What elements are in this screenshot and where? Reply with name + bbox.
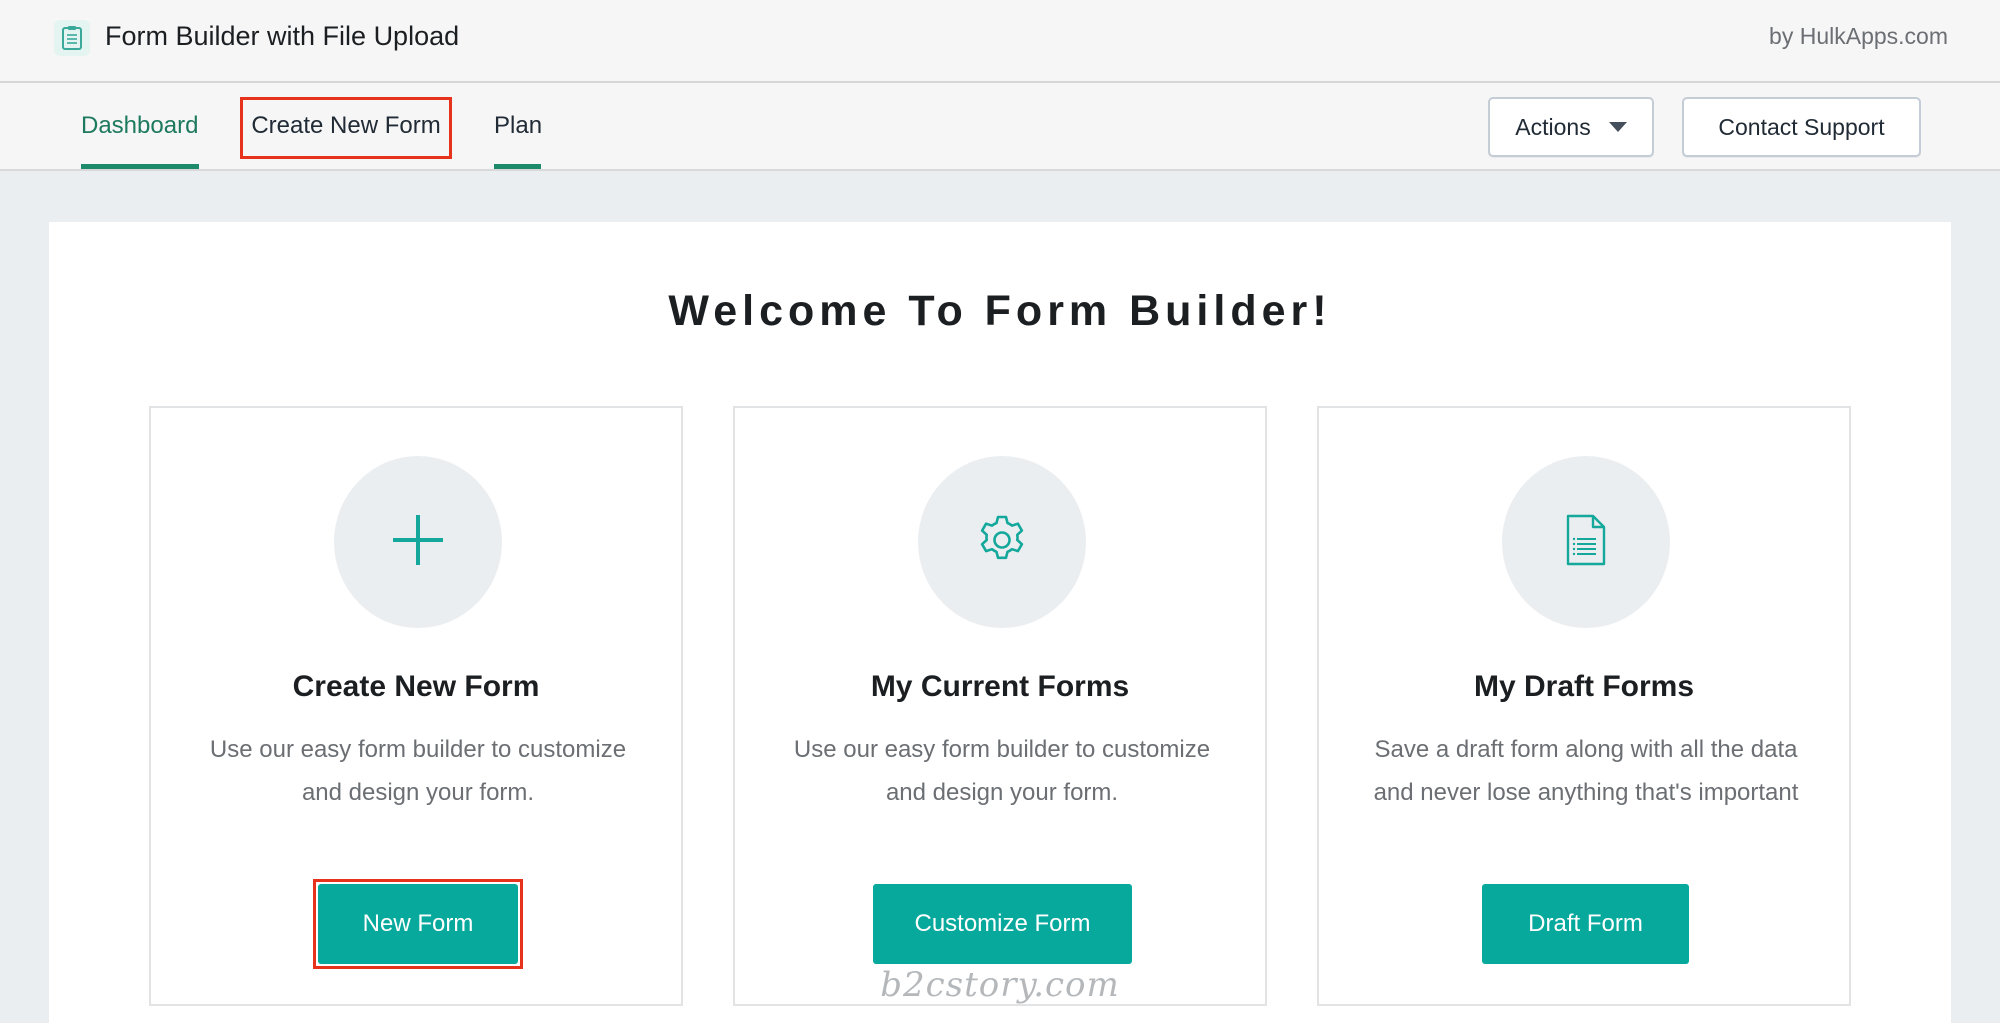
actions-dropdown-button[interactable]: Actions [1488, 97, 1654, 157]
document-icon [1564, 513, 1608, 572]
tab-dashboard[interactable]: Dashboard [81, 83, 199, 169]
welcome-heading: Welcome To Form Builder! [668, 287, 1332, 335]
icon-circle [918, 456, 1086, 628]
card-title: My Draft Forms [1473, 670, 1695, 703]
contact-support-button[interactable]: Contact Support [1682, 97, 1921, 157]
tab-plan-label: Plan [494, 112, 543, 139]
app-header: Form Builder with File Upload by HulkApp… [0, 0, 2000, 83]
card-title: Create New Form [292, 670, 540, 703]
tab-plan[interactable]: Plan [494, 83, 543, 169]
active-tab-indicator [81, 164, 199, 169]
clipboard-icon [54, 20, 90, 56]
card-description: Use our easy form builder to customize a… [209, 736, 627, 806]
nav-bar: Dashboard Create New Form Plan Actions C… [0, 83, 2000, 171]
app-byline[interactable]: by HulkApps.com [1769, 20, 1948, 52]
draft-form-button[interactable]: Draft Form [1482, 884, 1689, 964]
card-my-draft-forms: My Draft Forms Save a draft form along w… [1317, 406, 1851, 1006]
customize-form-button[interactable]: Customize Form [873, 884, 1132, 964]
card-my-current-forms: My Current Forms Use our easy form build… [733, 406, 1267, 1006]
main-panel: Welcome To Form Builder! Create New Form… [49, 222, 1951, 1023]
app-title: Form Builder with File Upload [105, 21, 460, 51]
gear-icon [976, 514, 1028, 571]
new-form-button[interactable]: New Form [318, 884, 518, 964]
tab-create-new-form[interactable]: Create New Form [240, 83, 452, 169]
icon-circle [1502, 456, 1670, 628]
tab-plan-indicator [494, 164, 541, 169]
card-title: My Current Forms [870, 670, 1130, 703]
actions-label: Actions [1515, 113, 1591, 140]
contact-support-label: Contact Support [1718, 113, 1885, 140]
card-description: Use our easy form builder to customize a… [793, 736, 1211, 806]
tab-highlight-box [240, 97, 452, 159]
caret-down-icon [1608, 122, 1627, 132]
tab-dashboard-label: Dashboard [81, 112, 199, 139]
plus-icon [391, 513, 445, 572]
card-description: Save a draft form along with all the dat… [1373, 736, 1799, 806]
card-create-new-form: Create New Form Use our easy form builde… [149, 406, 683, 1006]
icon-circle [334, 456, 502, 628]
watermark: b2cstory.com [880, 965, 1120, 1005]
